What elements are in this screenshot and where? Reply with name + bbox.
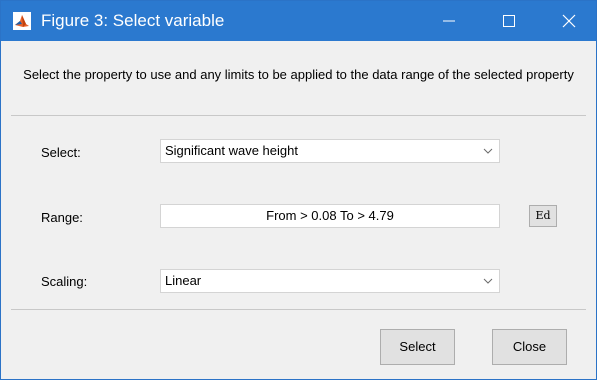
property-select[interactable]: Significant wave height bbox=[160, 139, 500, 163]
property-select-value: Significant wave height bbox=[165, 143, 298, 158]
close-icon bbox=[562, 14, 576, 28]
title-bar[interactable]: Figure 3: Select variable bbox=[1, 1, 596, 41]
maximize-button[interactable] bbox=[486, 1, 532, 41]
instructions-text: Select the property to use and any limit… bbox=[23, 67, 574, 82]
instructions-area: Select the property to use and any limit… bbox=[1, 41, 596, 115]
matlab-icon bbox=[13, 12, 31, 30]
window-title: Figure 3: Select variable bbox=[41, 11, 225, 30]
minimize-button[interactable] bbox=[426, 1, 472, 41]
chevron-down-icon[interactable] bbox=[477, 270, 499, 292]
close-window-button[interactable] bbox=[546, 1, 592, 41]
range-label: Range: bbox=[41, 210, 83, 225]
range-field[interactable]: From > 0.08 To > 4.79 bbox=[160, 204, 500, 228]
maximize-icon bbox=[503, 15, 515, 27]
button-bar: Select Close bbox=[1, 310, 596, 379]
dialog-window: Figure 3: Select variable Select the pro… bbox=[0, 0, 597, 380]
select-button[interactable]: Select bbox=[380, 329, 455, 365]
scaling-select[interactable]: Linear bbox=[160, 269, 500, 293]
minimize-icon bbox=[443, 20, 455, 22]
scaling-label: Scaling: bbox=[41, 274, 88, 289]
chevron-down-icon[interactable] bbox=[477, 140, 499, 162]
range-value: From > 0.08 To > 4.79 bbox=[266, 208, 394, 223]
edit-range-button[interactable]: Ed bbox=[529, 205, 557, 227]
select-label: Select: bbox=[41, 145, 81, 160]
close-button[interactable]: Close bbox=[492, 329, 567, 365]
scaling-select-value: Linear bbox=[165, 273, 202, 288]
form-panel: Select: Significant wave height Range: F… bbox=[11, 115, 586, 310]
